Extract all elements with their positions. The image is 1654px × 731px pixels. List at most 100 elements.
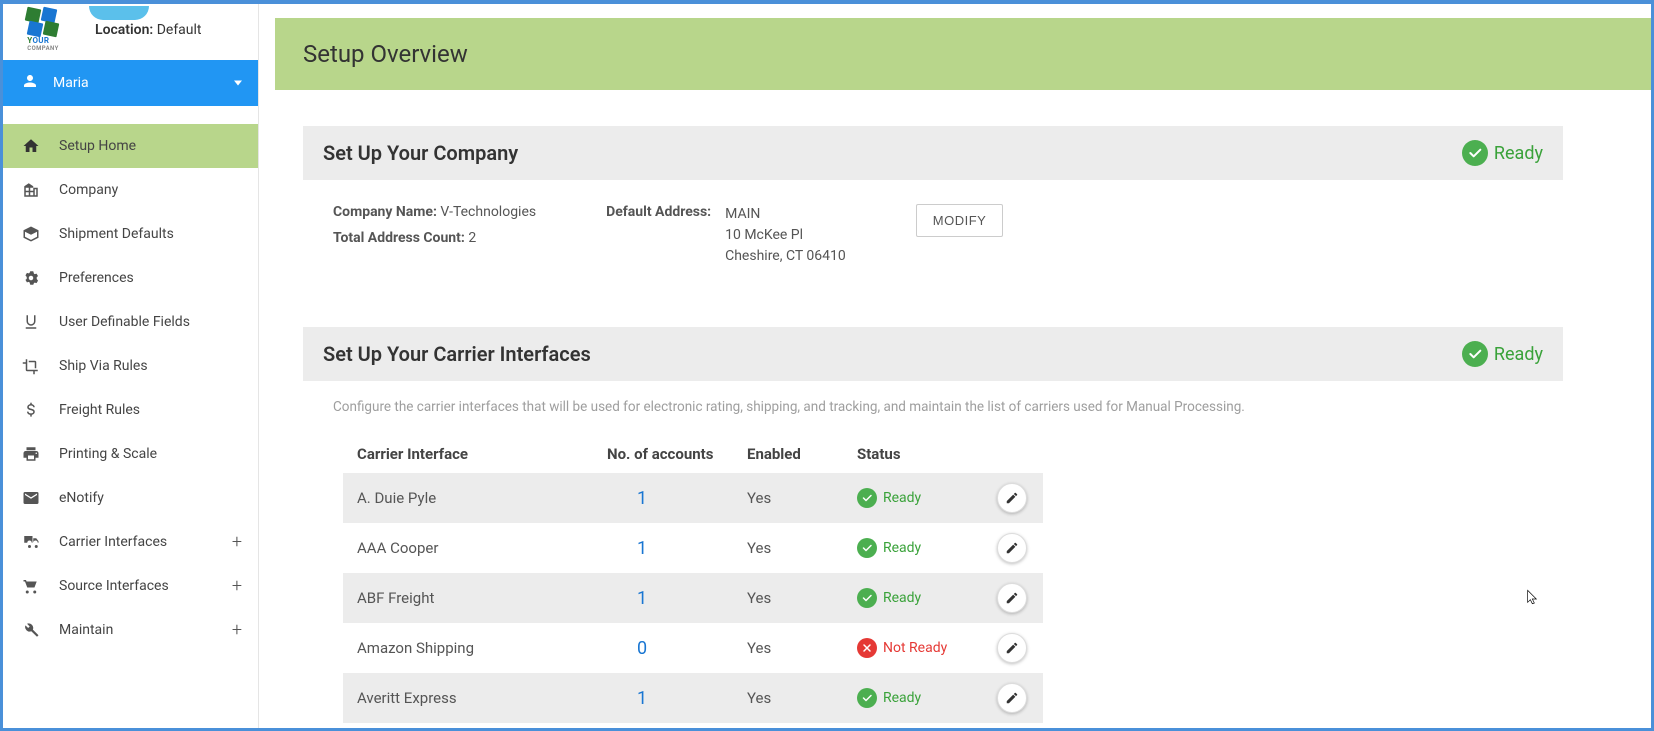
ready-label: Ready <box>1494 344 1543 365</box>
edit-button[interactable] <box>997 633 1027 663</box>
nav-printing-scale[interactable]: Printing & Scale <box>3 432 258 476</box>
location-label: Location: <box>95 22 153 38</box>
nav-label: User Definable Fields <box>59 314 190 330</box>
col-accounts: No. of accounts <box>607 445 747 463</box>
nav-label: Company <box>59 182 118 198</box>
status-cell: Ready <box>857 588 997 608</box>
table-row: A. Duie Pyle1YesReady <box>343 473 1043 523</box>
nav: Setup Home Company Shipment Defaults Pre… <box>3 124 258 652</box>
table-row: AAA Cooper1Yes Ready <box>343 523 1043 573</box>
building-icon <box>21 180 41 200</box>
edit-button[interactable] <box>997 583 1027 613</box>
expand-icon[interactable]: + <box>232 620 242 641</box>
carrier-table: Carrier Interface No. of accounts Enable… <box>343 435 1043 728</box>
user-name: Maria <box>53 75 89 91</box>
nav-ship-via-rules[interactable]: Ship Via Rules <box>3 344 258 388</box>
carrier-section: Set Up Your Carrier Interfaces Ready Con… <box>303 327 1563 728</box>
check-circle-icon <box>857 688 877 708</box>
accounts-link[interactable]: 1 <box>607 488 747 509</box>
enabled-value: Yes <box>747 589 857 607</box>
chevron-down-icon <box>234 81 242 86</box>
location-value: Default <box>157 22 202 38</box>
carrier-section-header: Set Up Your Carrier Interfaces Ready <box>303 327 1563 381</box>
underline-icon <box>21 312 41 332</box>
nav-label: Maintain <box>59 622 113 638</box>
table-row: Dayton Freight1YesReady <box>343 723 1043 728</box>
nav-company[interactable]: Company <box>3 168 258 212</box>
nav-user-definable-fields[interactable]: User Definable Fields <box>3 300 258 344</box>
enabled-value: Yes <box>747 489 857 507</box>
status-text: Not Ready <box>883 640 947 656</box>
default-address-value: MAIN 10 McKee Pl Cheshire, CT 06410 <box>725 204 846 267</box>
accounts-link[interactable]: 1 <box>607 688 747 709</box>
nav-label: Freight Rules <box>59 402 140 418</box>
accounts-link[interactable]: 1 <box>607 538 747 559</box>
company-section: Set Up Your Company Ready Company Name: … <box>303 126 1563 291</box>
table-row: ABF Freight1Yes Ready <box>343 573 1043 623</box>
table-row: Averitt Express1Yes Ready <box>343 673 1043 723</box>
nav-label: Shipment Defaults <box>59 226 174 242</box>
carrier-section-title: Set Up Your Carrier Interfaces <box>323 342 591 366</box>
expand-icon[interactable]: + <box>232 576 242 597</box>
home-icon <box>21 136 41 156</box>
check-circle-icon <box>1462 341 1488 367</box>
location-display: Location: Default <box>95 22 202 38</box>
carrier-name: ABF Freight <box>357 589 607 607</box>
crop-icon <box>21 356 41 376</box>
accounts-link[interactable]: 0 <box>607 638 747 659</box>
nav-shipment-defaults[interactable]: Shipment Defaults <box>3 212 258 256</box>
modify-button[interactable]: MODIFY <box>916 204 1004 237</box>
nav-label: Setup Home <box>59 138 136 154</box>
company-section-header: Set Up Your Company Ready <box>303 126 1563 180</box>
decorative-bubble <box>89 6 149 20</box>
expand-icon[interactable]: + <box>232 532 242 553</box>
status-cell: Ready <box>857 488 997 508</box>
enabled-value: Yes <box>747 689 857 707</box>
company-section-title: Set Up Your Company <box>323 141 518 165</box>
carrier-name: Amazon Shipping <box>357 639 607 657</box>
default-address-label: Default Address: <box>606 204 711 267</box>
dollar-icon <box>21 400 41 420</box>
user-menu[interactable]: Maria <box>3 60 258 106</box>
address-count-label: Total Address Count: <box>333 230 465 246</box>
nav-maintain[interactable]: Maintain + <box>3 608 258 652</box>
carrier-name: AAA Cooper <box>357 539 607 557</box>
sidebar: YOUR COMPANY Location: Default Maria Set… <box>3 4 259 728</box>
status-text: Ready <box>883 690 921 706</box>
carrier-description: Configure the carrier interfaces that wi… <box>303 381 1563 423</box>
carrier-name: Averitt Express <box>357 689 607 707</box>
address-count-value: 2 <box>468 230 476 246</box>
nav-label: Printing & Scale <box>59 446 157 462</box>
mail-icon <box>21 488 41 508</box>
status-text: Ready <box>883 590 921 606</box>
edit-button[interactable] <box>997 683 1027 713</box>
printer-icon <box>21 444 41 464</box>
enabled-value: Yes <box>747 639 857 657</box>
nav-freight-rules[interactable]: Freight Rules <box>3 388 258 432</box>
col-status: Status <box>857 445 997 463</box>
status-text: Ready <box>883 490 921 506</box>
nav-enotify[interactable]: eNotify <box>3 476 258 520</box>
check-circle-icon <box>1462 140 1488 166</box>
accounts-link[interactable]: 1 <box>607 588 747 609</box>
check-circle-icon <box>857 488 877 508</box>
nav-source-interfaces[interactable]: Source Interfaces + <box>3 564 258 608</box>
nav-label: Ship Via Rules <box>59 358 148 374</box>
nav-preferences[interactable]: Preferences <box>3 256 258 300</box>
nav-label: Preferences <box>59 270 134 286</box>
ready-label: Ready <box>1494 143 1543 164</box>
nav-carrier-interfaces[interactable]: Carrier Interfaces + <box>3 520 258 564</box>
enabled-value: Yes <box>747 539 857 557</box>
edit-button[interactable] <box>997 483 1027 513</box>
person-icon <box>21 72 39 94</box>
page-title-banner: Setup Overview <box>275 18 1651 90</box>
edit-button[interactable] <box>997 533 1027 563</box>
cart-icon <box>21 576 41 596</box>
check-circle-icon <box>857 538 877 558</box>
status-cell: Not Ready <box>857 638 997 658</box>
col-enabled: Enabled <box>747 445 857 463</box>
x-circle-icon <box>857 638 877 658</box>
carrier-table-header: Carrier Interface No. of accounts Enable… <box>343 435 1043 473</box>
status-text: Ready <box>883 540 921 556</box>
nav-setup-home[interactable]: Setup Home <box>3 124 258 168</box>
